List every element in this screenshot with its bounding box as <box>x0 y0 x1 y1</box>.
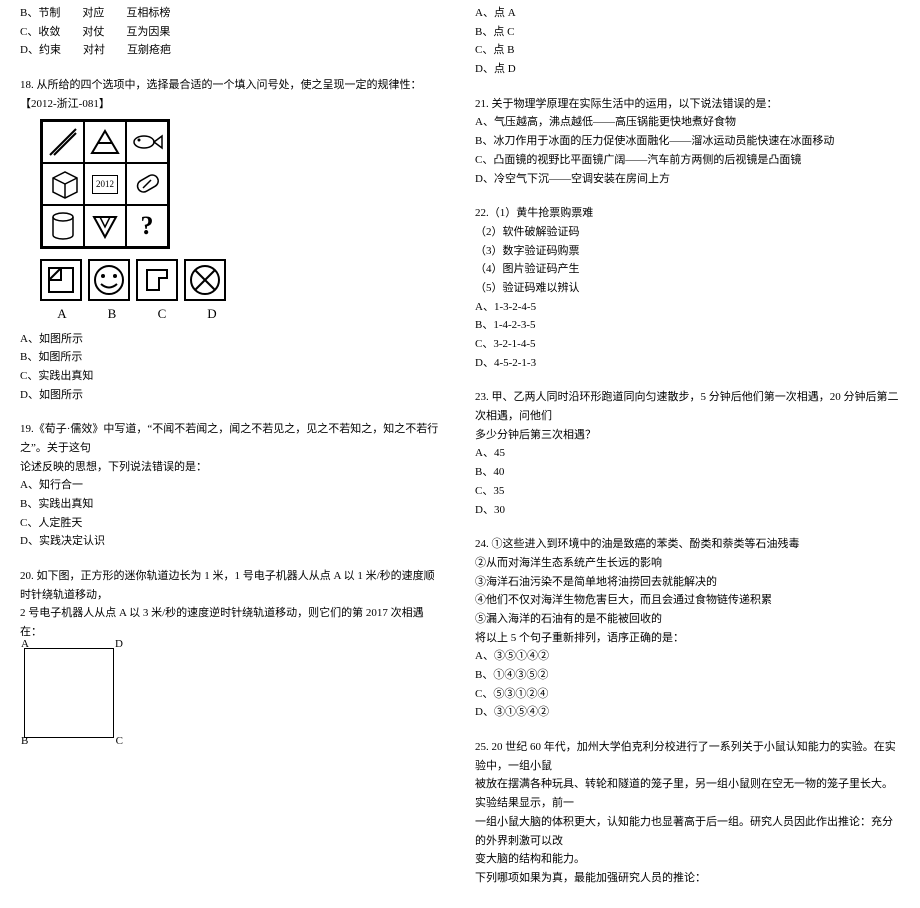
q20-stem1: 20. 如下图，正方形的迷你轨道边长为 1 米，1 号电子机器人从点 A 以 1… <box>20 567 445 604</box>
q21-a: A、气压越高，沸点越低——高压锅能更快地煮好食物 <box>475 113 900 132</box>
cell-triangle-icon <box>84 121 126 163</box>
q25-2: 被放在摆满各种玩具、转轮和隧道的笼子里，另一组小鼠则在空无一物的笼子里长大。实验… <box>475 775 900 812</box>
q19-a: A、知行合一 <box>20 476 445 495</box>
opt-d: D、约束 对衬 互剜疮疤 <box>20 41 445 60</box>
q22: 22.（1）黄牛抢票购票难 （2）软件破解验证码 （3）数字验证码购票 （4）图… <box>475 204 900 372</box>
q20-d: D、点 D <box>475 60 900 79</box>
q22-4: （4）图片验证码产生 <box>475 260 900 279</box>
q18-stem: 18. 从所给的四个选项中，选择最合适的一个填入问号处，使之呈现一定的规律性：【… <box>20 76 445 113</box>
q24-4: ④他们不仅对海洋生物危害巨大，而且会通过食物链传递积累 <box>475 591 900 610</box>
q20-b: B、点 C <box>475 23 900 42</box>
q22-d: D、4-5-2-1-3 <box>475 354 900 373</box>
q21: 21. 关于物理学原理在实际生活中的运用，以下说法错误的是： A、气压越高，沸点… <box>475 95 900 188</box>
label-a: A <box>40 303 84 325</box>
q22-1: 22.（1）黄牛抢票购票难 <box>475 204 900 223</box>
label-b: B <box>90 303 134 325</box>
q23-d: D、30 <box>475 501 900 520</box>
q22-a: A、1-3-2-4-5 <box>475 298 900 317</box>
q21-stem: 21. 关于物理学原理在实际生活中的运用，以下说法错误的是： <box>475 95 900 114</box>
q23-stem1: 23. 甲、乙两人同时沿环形跑道同向匀速散步，5 分钟后他们第一次相遇，20 分… <box>475 388 900 425</box>
answer-c-icon <box>136 259 178 301</box>
q24-b: B、①④③⑤② <box>475 666 900 685</box>
cell-capsule-icon <box>126 163 168 205</box>
q18-opt-a: A、如图所示 <box>20 330 445 349</box>
q23: 23. 甲、乙两人同时沿环形跑道同向匀速散步，5 分钟后他们第一次相遇，20 分… <box>475 388 900 519</box>
cell-cylinder-icon <box>42 205 84 247</box>
q17-options-partial: B、节制 对应 互相标榜 C、收敛 对仗 互为因果 D、约束 对衬 互剜疮疤 <box>20 4 445 60</box>
cell-cube-icon <box>42 163 84 205</box>
q19-c: C、人定胜天 <box>20 514 445 533</box>
q18-answer-row <box>40 259 445 301</box>
q22-b: B、1-4-2-3-5 <box>475 316 900 335</box>
q25-3: 一组小鼠大脑的体积更大，认知能力也显著高于后一组。研究人员因此作出推论：充分的外… <box>475 813 900 850</box>
q20: 20. 如下图，正方形的迷你轨道边长为 1 米，1 号电子机器人从点 A 以 1… <box>20 567 445 738</box>
q18-answer-labels: A B C D <box>40 303 445 325</box>
q19-stem2: 论述反映的思想，下列说法错误的是： <box>20 458 445 477</box>
q22-2: （2）软件破解验证码 <box>475 223 900 242</box>
q24-5: ⑤漏入海洋的石油有的是不能被回收的 <box>475 610 900 629</box>
q18: 18. 从所给的四个选项中，选择最合适的一个填入问号处，使之呈现一定的规律性：【… <box>20 76 445 404</box>
q25-5: 下列哪项如果为真，最能加强研究人员的推论： <box>475 869 900 888</box>
q18-puzzle-grid: 2012 ? <box>40 119 170 249</box>
q23-b: B、40 <box>475 463 900 482</box>
q23-c: C、35 <box>475 482 900 501</box>
q18-opt-c: C、实践出真知 <box>20 367 445 386</box>
q19-d: D、实践决定认识 <box>20 532 445 551</box>
q20-stem2: 2 号电子机器人从点 A 以 3 米/秒的速度逆时针绕轨道移动，则它们的第 20… <box>20 604 445 641</box>
q18-opt-b: B、如图所示 <box>20 348 445 367</box>
q25-1: 25. 20 世纪 60 年代，加州大学伯克利分校进行了一系列关于小鼠认知能力的… <box>475 738 900 775</box>
corner-b: B <box>21 732 28 751</box>
label-d: D <box>190 303 234 325</box>
cell-diagonal-icon <box>42 121 84 163</box>
cell-fish-icon <box>126 121 168 163</box>
q25: 25. 20 世纪 60 年代，加州大学伯克利分校进行了一系列关于小鼠认知能力的… <box>475 738 900 888</box>
q23-stem2: 多少分钟后第三次相遇？ <box>475 426 900 445</box>
corner-c: C <box>116 732 123 751</box>
q24: 24. ①这些进入到环境中的油是致癌的苯类、酚类和萘类等石油残毒 ②从而对海洋生… <box>475 535 900 722</box>
label-c: C <box>140 303 184 325</box>
q20-options: A、点 A B、点 C C、点 B D、点 D <box>475 4 900 79</box>
q19-stem1: 19.《荀子·儒效》中写道，“不闻不若闻之，闻之不若见之，见之不若知之，知之不若… <box>20 420 445 457</box>
q24-3: ③海洋石油污染不是简单地将油捞回去就能解决的 <box>475 573 900 592</box>
q24-d: D、③①⑤④② <box>475 703 900 722</box>
q22-c: C、3-2-1-4-5 <box>475 335 900 354</box>
q23-a: A、45 <box>475 444 900 463</box>
q24-1: 24. ①这些进入到环境中的油是致癌的苯类、酚类和萘类等石油残毒 <box>475 535 900 554</box>
cell-question-icon: ? <box>126 205 168 247</box>
q18-opt-d: D、如图所示 <box>20 386 445 405</box>
q19: 19.《荀子·儒效》中写道，“不闻不若闻之，闻之不若见之，见之不若知之，知之不若… <box>20 420 445 551</box>
answer-b-smiley-icon <box>88 259 130 301</box>
opt-c: C、收敛 对仗 互为因果 <box>20 23 445 42</box>
q22-3: （3）数字验证码购票 <box>475 242 900 261</box>
q20-a: A、点 A <box>475 4 900 23</box>
q21-c: C、凸面镜的视野比平面镜广阔——汽车前方两侧的后视镜是凸面镜 <box>475 151 900 170</box>
q20-square-diagram: A D B C <box>24 648 114 738</box>
q24-a: A、③⑤①④② <box>475 647 900 666</box>
answer-d-icon <box>184 259 226 301</box>
q21-b: B、冰刀作用于冰面的压力促使冰面融化——溜冰运动员能快速在冰面移动 <box>475 132 900 151</box>
q25-4: 变大脑的结构和能力。 <box>475 850 900 869</box>
answer-a-icon <box>40 259 82 301</box>
q21-d: D、冷空气下沉——空调安装在房间上方 <box>475 170 900 189</box>
q19-b: B、实践出真知 <box>20 495 445 514</box>
q20-c: C、点 B <box>475 41 900 60</box>
cell-down-triangle-icon <box>84 205 126 247</box>
q24-6: 将以上 5 个句子重新排列，语序正确的是： <box>475 629 900 648</box>
q24-2: ②从而对海洋生态系统产生长远的影响 <box>475 554 900 573</box>
q22-5: （5）验证码难以辨认 <box>475 279 900 298</box>
cell-year: 2012 <box>84 163 126 205</box>
opt-b: B、节制 对应 互相标榜 <box>20 4 445 23</box>
q24-c: C、⑤③①②④ <box>475 685 900 704</box>
